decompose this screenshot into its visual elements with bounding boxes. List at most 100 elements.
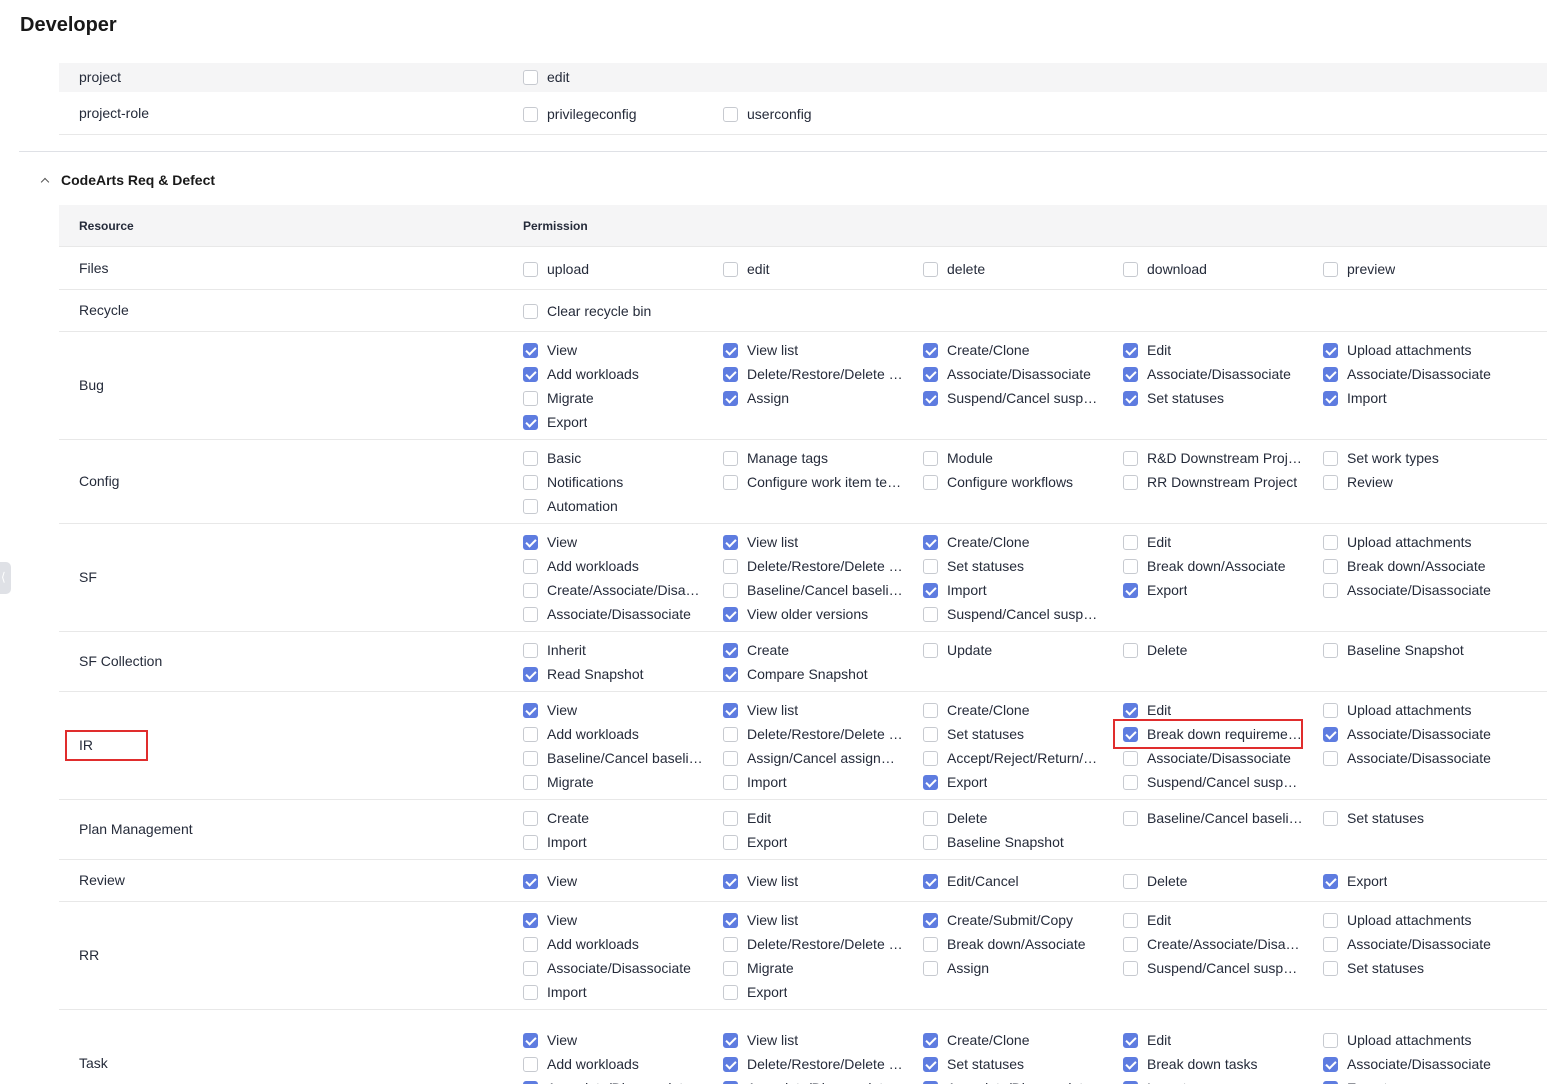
permission-option[interactable]: Import (523, 830, 703, 854)
permission-option[interactable]: edit (723, 257, 903, 281)
permission-option[interactable]: Upload attachments (1323, 1028, 1503, 1052)
permission-option[interactable]: Edit (723, 806, 903, 830)
checkbox-unchecked[interactable] (1323, 558, 1338, 574)
permission-option[interactable]: Create/Clone (923, 1028, 1103, 1052)
checkbox-unchecked[interactable] (523, 582, 538, 598)
checkbox-checked[interactable] (1123, 1080, 1138, 1084)
checkbox-checked[interactable] (723, 342, 738, 358)
permission-option[interactable]: Export (723, 830, 903, 854)
permission-option[interactable]: Export (1323, 1076, 1503, 1084)
permission-option[interactable]: preview (1323, 257, 1503, 281)
checkbox-checked[interactable] (723, 702, 738, 718)
checkbox-unchecked[interactable] (523, 936, 538, 952)
checkbox-unchecked[interactable] (923, 750, 938, 766)
permission-option[interactable]: Read Snapshot (523, 662, 703, 686)
permission-option[interactable]: Break down/Associate (923, 932, 1103, 956)
permission-option[interactable]: Migrate (523, 770, 703, 794)
checkbox-unchecked[interactable] (1123, 474, 1138, 490)
checkbox-checked[interactable] (523, 342, 538, 358)
checkbox-unchecked[interactable] (523, 261, 538, 277)
permission-option[interactable]: Edit (1123, 1028, 1303, 1052)
checkbox-unchecked[interactable] (723, 474, 738, 490)
permission-option[interactable]: View list (723, 908, 903, 932)
checkbox-unchecked[interactable] (923, 834, 938, 850)
checkbox-unchecked[interactable] (1123, 750, 1138, 766)
permission-option[interactable]: delete (923, 257, 1103, 281)
checkbox-checked[interactable] (923, 912, 938, 928)
checkbox-unchecked[interactable] (523, 984, 538, 1000)
permission-option[interactable]: Associate/Disassociate (1323, 932, 1503, 956)
permission-option[interactable]: Delete (1123, 638, 1303, 662)
permission-option[interactable]: Configure workflows (923, 470, 1103, 494)
permission-option[interactable]: upload (523, 257, 703, 281)
checkbox-checked[interactable] (723, 642, 738, 658)
checkbox-unchecked[interactable] (1123, 810, 1138, 826)
permission-option[interactable]: View list (723, 869, 903, 893)
checkbox-unchecked[interactable] (523, 606, 538, 622)
permission-option[interactable]: View (523, 698, 703, 722)
checkbox-unchecked[interactable] (1323, 534, 1338, 550)
permission-option[interactable]: Update (923, 638, 1103, 662)
permission-option[interactable]: Baseline Snapshot (923, 830, 1103, 854)
permission-option[interactable]: Add workloads (523, 722, 703, 746)
checkbox-unchecked[interactable] (523, 303, 538, 319)
checkbox-unchecked[interactable] (1123, 261, 1138, 277)
permission-option[interactable]: Create/Clone (923, 698, 1103, 722)
checkbox-unchecked[interactable] (523, 774, 538, 790)
checkbox-unchecked[interactable] (523, 450, 538, 466)
permission-option[interactable]: Edit/Cancel (923, 869, 1103, 893)
permission-option[interactable]: Manage tags (723, 446, 903, 470)
checkbox-checked[interactable] (1323, 1056, 1338, 1072)
checkbox-unchecked[interactable] (523, 106, 538, 122)
permission-option[interactable]: Delete/Restore/Delete permanently (723, 932, 903, 956)
checkbox-unchecked[interactable] (923, 960, 938, 976)
permission-option[interactable]: Assign (923, 956, 1103, 980)
checkbox-checked[interactable] (523, 414, 538, 430)
permission-option[interactable]: Set statuses (923, 554, 1103, 578)
permission-option[interactable]: Delete/Restore/Delete permanently (723, 362, 903, 386)
checkbox-unchecked[interactable] (723, 810, 738, 826)
permission-option[interactable]: R&D Downstream Project (1123, 446, 1303, 470)
checkbox-checked[interactable] (523, 702, 538, 718)
checkbox-unchecked[interactable] (523, 810, 538, 826)
checkbox-unchecked[interactable] (523, 558, 538, 574)
checkbox-checked[interactable] (923, 366, 938, 382)
checkbox-checked[interactable] (923, 390, 938, 406)
checkbox-checked[interactable] (1123, 366, 1138, 382)
permission-option[interactable]: Basic (523, 446, 703, 470)
checkbox-unchecked[interactable] (1123, 873, 1138, 889)
permission-option[interactable]: View (523, 530, 703, 554)
permission-option[interactable]: Compare Snapshot (723, 662, 903, 686)
permission-option[interactable]: Export (923, 770, 1103, 794)
permission-option[interactable]: Export (723, 980, 903, 1004)
permission-option[interactable]: Set statuses (1323, 956, 1503, 980)
checkbox-checked[interactable] (523, 912, 538, 928)
permission-option[interactable]: Suspend/Cancel suspension (923, 386, 1103, 410)
checkbox-checked[interactable] (523, 1032, 538, 1048)
permission-option[interactable]: View list (723, 698, 903, 722)
checkbox-unchecked[interactable] (523, 1056, 538, 1072)
permission-option[interactable]: Add workloads (523, 1052, 703, 1076)
checkbox-unchecked[interactable] (923, 642, 938, 658)
checkbox-unchecked[interactable] (523, 69, 538, 85)
checkbox-checked[interactable] (723, 534, 738, 550)
checkbox-unchecked[interactable] (723, 106, 738, 122)
checkbox-unchecked[interactable] (923, 450, 938, 466)
checkbox-unchecked[interactable] (723, 834, 738, 850)
permission-option[interactable]: RR Downstream Project (1123, 470, 1303, 494)
permission-option[interactable]: Set statuses (923, 1052, 1103, 1076)
checkbox-checked[interactable] (723, 1032, 738, 1048)
checkbox-checked[interactable] (1123, 390, 1138, 406)
permission-option[interactable]: Associate/Disassociate (923, 362, 1103, 386)
permission-option[interactable]: Associate/Disassociate (1323, 722, 1503, 746)
checkbox-unchecked[interactable] (1323, 1032, 1338, 1048)
checkbox-unchecked[interactable] (1323, 702, 1338, 718)
checkbox-unchecked[interactable] (1123, 912, 1138, 928)
checkbox-checked[interactable] (523, 366, 538, 382)
checkbox-unchecked[interactable] (1323, 450, 1338, 466)
checkbox-unchecked[interactable] (523, 960, 538, 976)
checkbox-checked[interactable] (923, 774, 938, 790)
permission-option[interactable]: Add workloads (523, 932, 703, 956)
permission-option[interactable]: Associate/Disassociate (1323, 578, 1503, 602)
checkbox-unchecked[interactable] (923, 936, 938, 952)
